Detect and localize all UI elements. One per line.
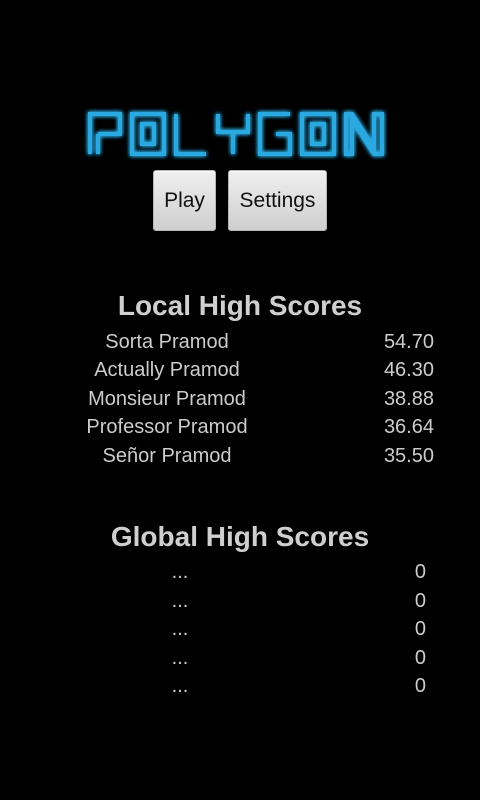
player-score: 0: [414, 561, 426, 583]
player-score: 0: [414, 675, 426, 697]
global-score-row: ... 0: [0, 590, 480, 618]
player-score: 0: [414, 647, 426, 669]
global-high-scores-title: Global High Scores: [110, 521, 370, 552]
local-score-row: Professor Pramod 36.64: [0, 416, 480, 444]
global-score-row: ... 0: [0, 647, 480, 675]
player-name: ...: [171, 618, 189, 640]
settings-button[interactable]: Settings: [228, 170, 327, 231]
player-name: Monsieur Pramod: [88, 388, 246, 410]
player-name: ...: [171, 647, 189, 669]
global-score-row: ... 0: [0, 561, 480, 589]
local-score-row: Sorta Pramod 54.70: [0, 331, 480, 359]
player-name: ...: [171, 590, 189, 612]
player-name: Señor Pramod: [102, 445, 232, 467]
play-button[interactable]: Play: [153, 170, 216, 231]
player-score: 0: [414, 618, 426, 640]
settings-button-label: Settings: [239, 188, 316, 212]
player-name: ...: [171, 675, 189, 697]
play-button-label: Play: [164, 188, 205, 212]
player-name: Professor Pramod: [86, 416, 248, 438]
local-score-row: Actually Pramod 46.30: [0, 359, 480, 387]
player-name: Actually Pramod: [94, 359, 240, 381]
player-name: Sorta Pramod: [105, 331, 229, 353]
player-score: 54.70: [383, 331, 434, 353]
polygon-logo: [84, 108, 388, 160]
player-score: 38.88: [383, 388, 434, 410]
local-score-row: Monsieur Pramod 38.88: [0, 388, 480, 416]
global-score-row: ... 0: [0, 675, 480, 703]
player-score: 35.50: [383, 445, 434, 467]
polygon-logo-graphic: [88, 112, 384, 156]
local-score-row: Señor Pramod 35.50: [0, 445, 480, 473]
player-score: 36.64: [383, 416, 434, 438]
player-name: ...: [171, 561, 189, 583]
local-high-scores-title: Local High Scores: [117, 290, 363, 321]
player-score: 0: [414, 590, 426, 612]
player-score: 46.30: [383, 359, 434, 381]
global-score-row: ... 0: [0, 618, 480, 646]
